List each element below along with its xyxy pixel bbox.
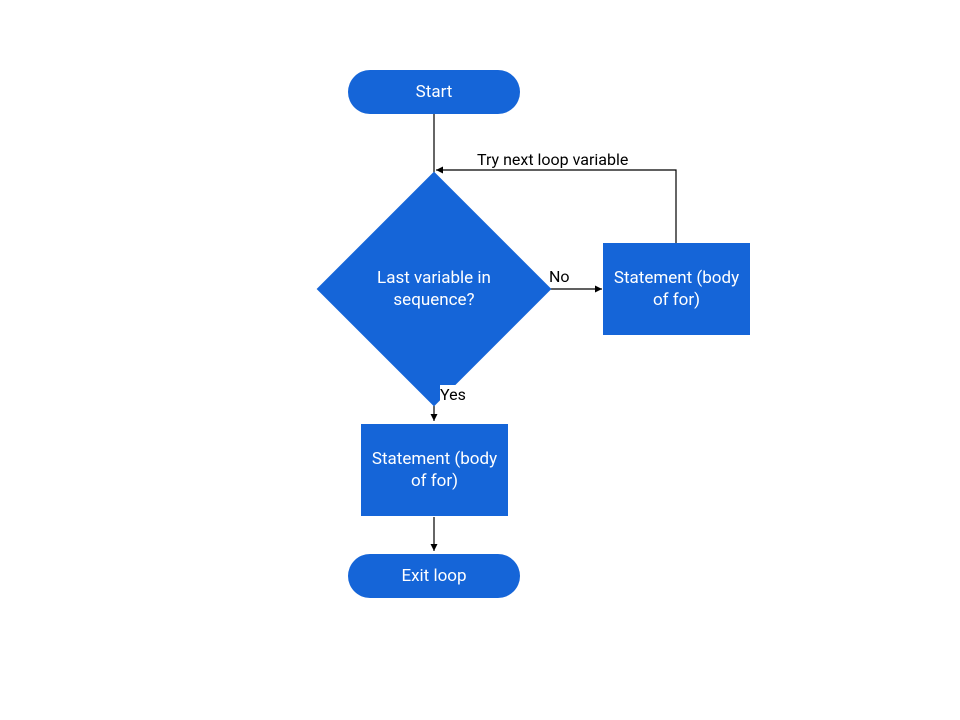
loop-body-node-below: Statement (body of for) (361, 424, 508, 516)
start-node: Start (348, 70, 520, 114)
decision-shape (317, 172, 552, 407)
exit-node: Exit loop (348, 554, 520, 598)
edge-label-loopback: Try next loop variable (477, 150, 628, 169)
edge-label-yes: Yes (440, 385, 466, 404)
edge-label-no: No (549, 267, 570, 286)
exit-label: Exit loop (401, 565, 466, 587)
loop-body-node-right: Statement (body of for) (603, 243, 750, 335)
flowchart-canvas: Start Last variable in sequence? Stateme… (0, 0, 960, 720)
decision-node: Last variable in sequence? (351, 206, 517, 372)
start-label: Start (416, 81, 453, 103)
loop-body-label-below: Statement (body of for) (367, 448, 502, 492)
loop-body-label-right: Statement (body of for) (609, 267, 744, 311)
